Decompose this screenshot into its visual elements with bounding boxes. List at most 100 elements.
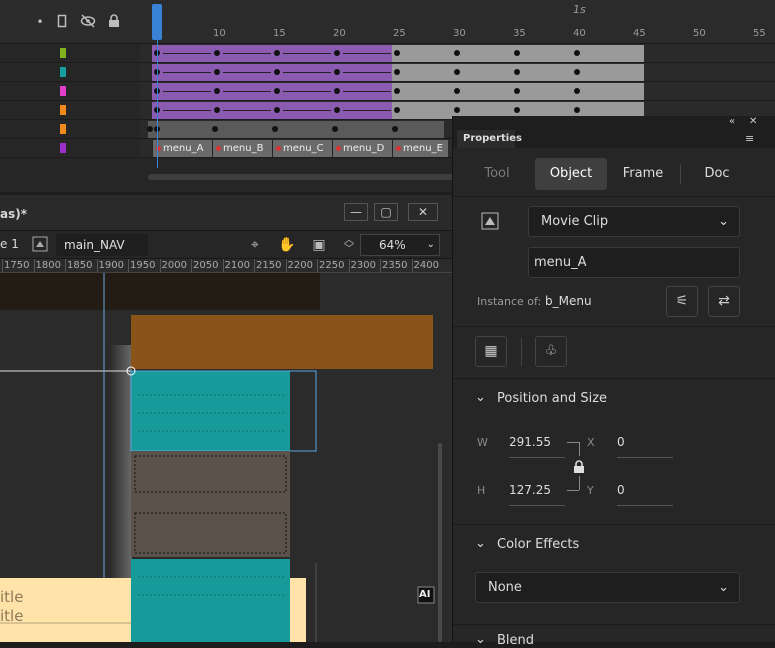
symbol-breadcrumb[interactable]: main_NAV [56, 234, 148, 256]
tab-frame[interactable]: Frame [607, 158, 679, 190]
layer-header[interactable] [0, 44, 140, 62]
stage-canvas[interactable]: itle itle AI [0, 273, 452, 642]
keyframe-dot[interactable] [394, 69, 400, 75]
keyframe-dot[interactable] [514, 107, 520, 113]
dot-icon[interactable]: • [32, 14, 48, 30]
keyframe-dot[interactable] [514, 50, 520, 56]
chevron-down-icon[interactable]: ⌄ [475, 390, 486, 405]
chevron-down-icon[interactable]: ⌄ [427, 235, 435, 255]
edit-symbol-icon[interactable]: ⚟ [666, 286, 698, 317]
color-effect-select[interactable]: None ⌄ [475, 572, 740, 603]
keyframe-dot[interactable] [274, 50, 280, 56]
timeline-scrollbar[interactable] [148, 174, 458, 180]
keyframe-dot[interactable] [454, 107, 460, 113]
keyframe-dot[interactable] [394, 88, 400, 94]
height-field[interactable]: 127.25 [509, 478, 565, 506]
y-field[interactable]: 0 [617, 478, 673, 506]
keyframe-dot[interactable] [334, 50, 340, 56]
layer-color-swatch[interactable] [60, 124, 66, 134]
symbol-type-select[interactable]: Movie Clip ⌄ [528, 206, 740, 237]
keyframe-dot[interactable] [394, 107, 400, 113]
keyframe-dot[interactable] [214, 69, 220, 75]
layer-header[interactable] [0, 101, 140, 119]
frame-label-cell[interactable]: menu_C [272, 140, 332, 157]
section-blend[interactable]: Blend [497, 633, 534, 648]
close-icon[interactable]: ✕ [408, 203, 438, 221]
tab-tool[interactable]: Tool [457, 158, 537, 190]
section-color-effects[interactable]: Color Effects [497, 537, 579, 552]
layer-color-swatch[interactable] [60, 86, 66, 96]
close-panel-icon[interactable]: ✕ [749, 116, 757, 127]
keyframe-dot[interactable] [147, 126, 153, 132]
panel-menu-icon[interactable]: ≡ [745, 132, 754, 145]
keyframe-dot[interactable] [274, 88, 280, 94]
layer-header[interactable] [0, 82, 140, 100]
layer-header[interactable] [0, 63, 140, 81]
keyframe-dot[interactable] [214, 50, 220, 56]
keyframe-dot[interactable] [574, 88, 580, 94]
keyframe-dot[interactable] [334, 88, 340, 94]
keyframe-dot[interactable] [514, 69, 520, 75]
layer-color-swatch[interactable] [60, 143, 66, 153]
timeline-layer-row[interactable] [0, 44, 775, 63]
minimize-icon[interactable]: — [344, 203, 368, 221]
keyframe-dot[interactable] [514, 88, 520, 94]
collapse-icon[interactable]: « [729, 116, 735, 127]
timeline-layer-row[interactable] [0, 63, 775, 82]
restore-icon[interactable]: ▢ [374, 203, 398, 221]
keyframe-dot[interactable] [392, 126, 398, 132]
tab-object[interactable]: Object [535, 158, 607, 190]
crosshair-icon[interactable]: ⌖ [246, 236, 264, 254]
keyframe-dot[interactable] [334, 69, 340, 75]
keyframe-dot[interactable] [332, 126, 338, 132]
frames-span[interactable] [148, 121, 444, 138]
ai-badge[interactable]: AI [419, 589, 430, 600]
layer-color-swatch[interactable] [60, 67, 66, 77]
timeline-layer-row[interactable] [0, 82, 775, 101]
chevron-down-icon[interactable]: ⌄ [475, 632, 486, 647]
layer-color-swatch[interactable] [60, 48, 66, 58]
keyframe-dot[interactable] [274, 107, 280, 113]
keyframe-dot[interactable] [274, 69, 280, 75]
keyframe-dot[interactable] [214, 107, 220, 113]
keyframe-dot[interactable] [454, 69, 460, 75]
instance-name-input[interactable]: menu_A [528, 247, 740, 278]
frame-label-cell[interactable]: menu_E [392, 140, 448, 157]
keyframe-dot[interactable] [574, 107, 580, 113]
lock-icon[interactable] [573, 459, 587, 473]
frame-label-cell[interactable]: menu_D [332, 140, 392, 157]
zoom-field[interactable]: 64% ⌄ [360, 234, 440, 256]
document-title[interactable]: as)* [0, 207, 27, 221]
keyframe-dot[interactable] [272, 126, 278, 132]
eye-hidden-icon[interactable] [80, 14, 96, 30]
playhead-handle[interactable] [152, 4, 162, 40]
keyframe-dot[interactable] [454, 50, 460, 56]
align-icon[interactable]: ▦ [475, 336, 507, 367]
frame-label-cell[interactable]: menu_B [212, 140, 272, 157]
keyframe-dot[interactable] [394, 50, 400, 56]
width-field[interactable]: 291.55 [509, 430, 565, 458]
properties-tab[interactable]: Properties [457, 130, 522, 148]
clubs-icon[interactable]: ♧ [535, 336, 567, 367]
chevron-down-icon[interactable]: ⌄ [475, 536, 486, 551]
keyframe-dot[interactable] [574, 69, 580, 75]
layer-color-swatch[interactable] [60, 105, 66, 115]
swap-symbol-icon[interactable]: ⇄ [708, 286, 740, 317]
layer-header[interactable] [0, 139, 140, 157]
keyframe-dot[interactable] [214, 88, 220, 94]
clip-canvas-icon[interactable]: ▣ [310, 236, 328, 254]
scene-label[interactable]: e 1 [0, 237, 19, 251]
keyframe-dot[interactable] [334, 107, 340, 113]
keyframe-dot[interactable] [212, 126, 218, 132]
frame-label-cell[interactable]: menu_A [152, 140, 212, 157]
hand-icon[interactable]: ✋ [278, 236, 296, 254]
section-position-size[interactable]: Position and Size [497, 391, 607, 406]
layer-header[interactable] [0, 120, 140, 138]
tab-doc[interactable]: Doc [681, 158, 753, 190]
stepper-icon[interactable]: ︿ ﹀ [340, 236, 358, 255]
x-field[interactable]: 0 [617, 430, 673, 458]
keyframe-dot[interactable] [454, 88, 460, 94]
outline-icon[interactable] [54, 14, 70, 30]
keyframe-dot[interactable] [574, 50, 580, 56]
lock-icon[interactable] [106, 14, 122, 30]
